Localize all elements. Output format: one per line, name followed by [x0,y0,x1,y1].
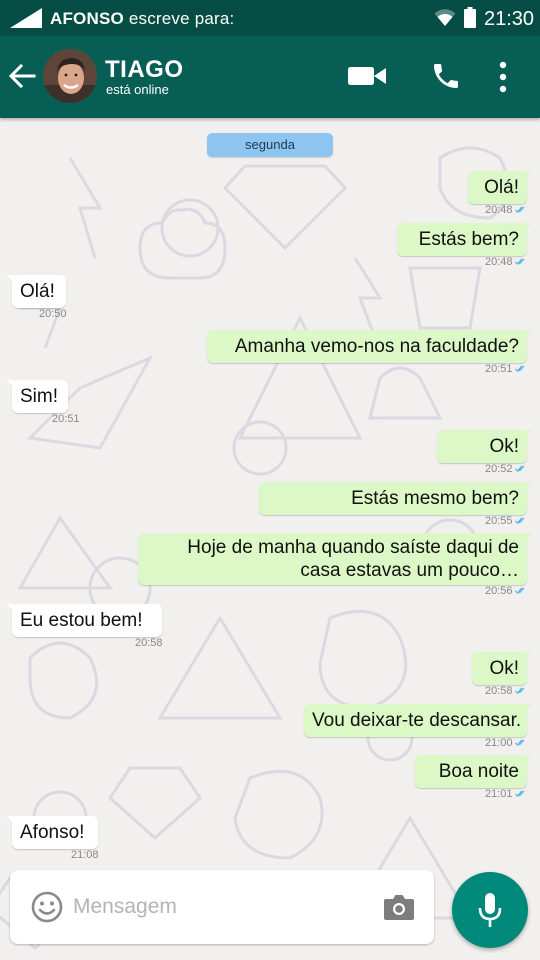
message-text: Olá! [484,177,519,198]
message-time: 20:48 [485,204,513,216]
read-ticks-icon [514,517,525,525]
message-text: Estás bem? [418,229,519,250]
status-bar: AFONSO escreve para: 21:30 [0,0,540,36]
message-list[interactable]: segunda Olá! 20:48 Estás bem? 20:48 Olá!… [0,118,540,960]
message-text: Estás mesmo bem? [351,488,519,509]
message-bubble-incoming[interactable]: Afonso! [7,816,98,849]
avatar-photo [43,49,97,103]
message-meta: 20:55 [485,515,527,527]
message-time: 20:52 [485,463,513,475]
phone-icon[interactable] [430,59,462,93]
mic-icon [478,893,502,927]
date-chip: segunda [207,133,333,157]
battery-icon [464,7,476,28]
emoji-icon[interactable] [31,891,63,923]
avatar[interactable] [43,49,97,103]
message-text: Amanha vemo-nos na faculdade? [234,336,519,357]
message-bubble-outgoing[interactable]: Vou deixar-te descansar. [304,704,532,737]
message-time: 21:00 [485,737,513,749]
camera-icon[interactable] [383,893,415,921]
message-bubble-outgoing[interactable]: Estás bem? [397,223,532,256]
message-text: Afonso! [20,822,85,843]
message-text: Ok! [489,436,519,457]
notification-text: escreve para: [123,9,235,28]
message-input[interactable] [73,890,373,924]
message-time: 20:51 [485,363,513,375]
signal-icon [10,8,42,28]
message-meta: 20:52 [485,463,527,475]
read-ticks-icon [514,739,525,747]
read-ticks-icon [514,687,525,695]
message-meta: 21:01 [485,788,527,800]
message-meta: 20:58 [485,685,527,697]
message-time: 20:51 [52,413,80,425]
message-time: 20:58 [485,685,513,697]
read-ticks-icon [514,587,525,595]
read-ticks-icon [514,465,525,473]
message-time: 20:48 [485,256,513,268]
message-bubble-outgoing[interactable]: Hoje de manha quando saíste daqui de cas… [138,533,532,585]
message-time: 20:58 [135,637,163,649]
message-bubble-incoming[interactable]: Olá! [7,275,66,308]
message-meta: 20:48 [485,256,527,268]
message-text: Sim! [20,386,58,407]
message-time: 20:56 [485,585,513,597]
message-time: 21:08 [71,849,99,861]
notification-sender: AFONSO [50,9,124,28]
message-composer [10,870,434,944]
status-notification: AFONSO escreve para: [50,9,234,29]
message-time: 20:50 [39,308,67,320]
message-text: Vou deixar-te descansar. [312,710,522,731]
chat-header: TIAGO está online [0,36,540,118]
message-bubble-outgoing[interactable]: Estás mesmo bem? [259,482,532,515]
message-meta: 20:56 [485,585,527,597]
more-vert-icon[interactable] [496,60,510,94]
mic-button[interactable] [452,872,528,948]
read-ticks-icon [514,258,525,266]
message-bubble-outgoing[interactable]: Olá! [468,171,532,204]
read-ticks-icon [514,365,525,373]
contact-status: está online [106,82,169,97]
message-meta: 20:51 [485,363,527,375]
message-bubble-outgoing[interactable]: Ok! [472,652,532,685]
message-meta: 20:48 [485,204,527,216]
status-clock: 21:30 [484,8,535,30]
message-text: Hoje de manha quando saíste daqui de cas… [187,537,519,581]
message-text: Eu estou bem! [20,610,143,631]
message-meta: 21:00 [485,737,527,749]
wifi-icon [434,9,456,26]
message-text: Boa noite [438,761,519,782]
read-ticks-icon [514,790,525,798]
message-bubble-incoming[interactable]: Sim! [7,380,68,413]
message-text: Olá! [20,281,55,302]
read-ticks-icon [514,206,525,214]
videocam-icon[interactable] [347,61,387,91]
message-bubble-outgoing[interactable]: Ok! [437,430,532,463]
message-bubble-incoming[interactable]: Eu estou bem! [7,604,162,637]
message-bubble-outgoing[interactable]: Boa noite [415,755,532,788]
back-arrow-icon[interactable] [8,62,36,90]
message-text: Ok! [489,658,519,679]
message-bubble-outgoing[interactable]: Amanha vemo-nos na faculdade? [207,330,532,363]
message-time: 21:01 [485,788,513,800]
contact-name[interactable]: TIAGO [105,56,184,84]
message-time: 20:55 [485,515,513,527]
